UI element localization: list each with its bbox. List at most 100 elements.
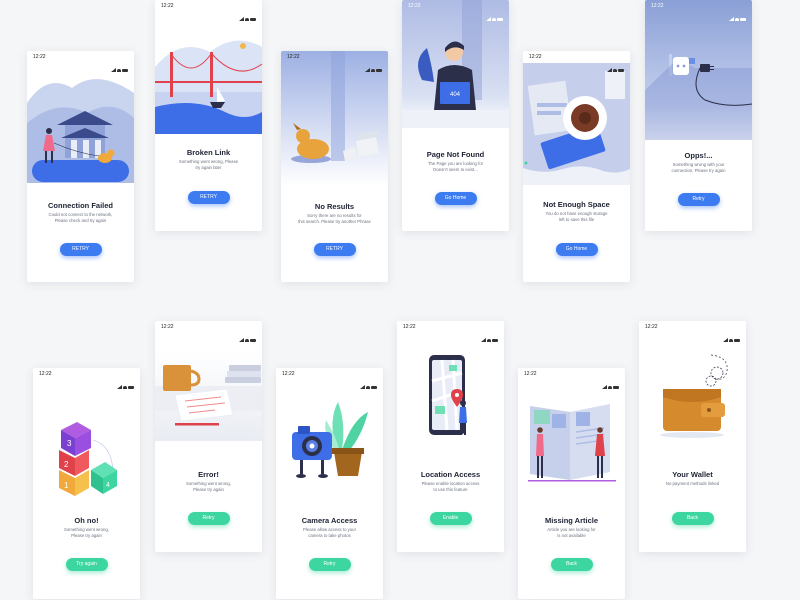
screen-description: Something went wrong, Please try again (167, 481, 250, 492)
retry-button[interactable]: RETRY (313, 243, 356, 256)
wifi-icon (245, 18, 249, 21)
go-home-button[interactable]: Go Home (434, 192, 477, 205)
screen-description: The Page you are looking for Doesn't seem… (414, 161, 497, 172)
description-line: Please try again (71, 532, 102, 538)
try-again-button[interactable]: Try again (65, 558, 108, 571)
status-time: 12:22 (287, 54, 300, 60)
signal-icon (723, 338, 728, 342)
description-line: You do not have enough storage (545, 211, 608, 216)
retry-button[interactable]: Retry (308, 558, 351, 571)
status-icons (485, 3, 503, 21)
screen-title: No Results (314, 202, 355, 211)
description-line: try again later (195, 164, 222, 170)
screen-title: Camera Access (301, 516, 358, 525)
status-bar: 12:22 (645, 0, 752, 21)
screen-description: You do not have enough storage left to sa… (535, 211, 618, 222)
cube-number: 3 (67, 439, 72, 448)
illustration-desk-papers (155, 351, 262, 441)
screen-title: Oh no! (74, 516, 99, 525)
status-time: 12:22 (529, 54, 542, 60)
screen-title: Your Wallet (672, 470, 713, 479)
description-line: camera to take photos (308, 532, 351, 538)
status-icons (601, 371, 619, 389)
illustration-camera-plant (276, 390, 383, 490)
status-time: 12:22 (645, 324, 658, 330)
back-button[interactable]: Back (550, 558, 593, 571)
description-line: Please try again (193, 486, 224, 492)
battery-icon (250, 339, 256, 342)
status-icons (116, 371, 134, 389)
screen-title: Error! (198, 470, 219, 479)
status-bar: 12:22 (281, 51, 388, 72)
screen-oh-no: 12:22 3 2 1 4 Oh no! Something went wron… (33, 368, 140, 599)
status-bar: 12:22 (155, 0, 262, 21)
screen-description: No payment methods linked (651, 481, 734, 487)
go-home-button[interactable]: Go Home (555, 243, 598, 256)
status-bar: 12:22 (276, 368, 383, 389)
wifi-icon (729, 339, 733, 342)
battery-icon (492, 339, 498, 342)
status-icons (480, 324, 498, 342)
status-bar: 12:22 (397, 321, 504, 342)
description-line: Doesn't seem to exist... (433, 166, 478, 172)
status-time: 12:22 (161, 324, 174, 330)
battery-icon (740, 18, 746, 21)
screen-title: Not Enough Space (543, 200, 610, 209)
screen-missing-article: 12:22 Missing Article Article you are lo… (518, 368, 625, 599)
battery-icon (371, 386, 377, 389)
retry-button[interactable]: RETRY (187, 191, 230, 204)
screen-camera-access: 12:22 Camera Access Please allow access … (276, 368, 383, 599)
wifi-icon (366, 386, 370, 389)
screen-broken-link: 12:22 Broken Link Something went wrong, … (155, 0, 262, 231)
screen-title: Broken Link (186, 148, 231, 157)
wifi-icon (117, 69, 121, 72)
status-time: 12:22 (524, 371, 537, 377)
battery-icon (618, 69, 624, 72)
screen-title: Page Not Found (426, 150, 485, 159)
cube-number: 4 (106, 482, 110, 489)
signal-icon (117, 385, 122, 389)
status-bar: 12:22 (402, 0, 509, 21)
screen-description: Sorry there are no results for this searc… (293, 213, 376, 224)
battery-icon (734, 339, 740, 342)
description-line: No payment methods linked (665, 481, 720, 486)
status-time: 12:22 (161, 3, 174, 9)
signal-icon (239, 338, 244, 342)
description-line: Something went wrong, Please (178, 159, 239, 164)
screen-description: Please enable location access to use this… (409, 481, 492, 492)
illustration-number-cubes: 3 2 1 4 (33, 400, 140, 500)
wifi-icon (371, 69, 375, 72)
screen-title: Location Access (420, 470, 481, 479)
signal-icon (360, 385, 365, 389)
battery-icon (613, 386, 619, 389)
battery-icon (376, 69, 382, 72)
illustration-desk-coffee (523, 63, 630, 185)
illustration-plug (645, 0, 752, 140)
screen-description: Could not connect to the network, Please … (39, 212, 122, 223)
screen-description: Something wrong with your connection, Ple… (657, 162, 740, 173)
illustration-pagoda (27, 63, 134, 183)
status-icons (606, 54, 624, 72)
screen-description: Article you are looking for is not availa… (530, 527, 613, 538)
status-bar: 12:22 (33, 368, 140, 389)
screen-description: Please allow access to your camera to tak… (288, 527, 371, 538)
description-line: Please check and try again (54, 217, 107, 223)
wifi-icon (735, 18, 739, 21)
description-line: Could not connect to the network, (48, 212, 113, 217)
status-icons (110, 54, 128, 72)
description-line: is not available (557, 532, 586, 538)
status-icons (359, 371, 377, 389)
description-line: to use this feature (433, 486, 468, 492)
back-button[interactable]: Back (671, 512, 714, 525)
enable-button[interactable]: Enable (429, 512, 472, 525)
screen-page-not-found: 12:22 404 Page Not Found The Page you ar… (402, 0, 509, 231)
retry-button[interactable]: RETRY (59, 243, 102, 256)
wifi-icon (245, 339, 249, 342)
signal-icon (481, 338, 486, 342)
status-icons (364, 54, 382, 72)
retry-button[interactable]: Retry (187, 512, 230, 525)
retry-button[interactable]: Retry (677, 193, 720, 206)
wifi-icon (487, 339, 491, 342)
status-time: 12:22 (282, 371, 295, 377)
status-time: 12:22 (651, 3, 664, 9)
